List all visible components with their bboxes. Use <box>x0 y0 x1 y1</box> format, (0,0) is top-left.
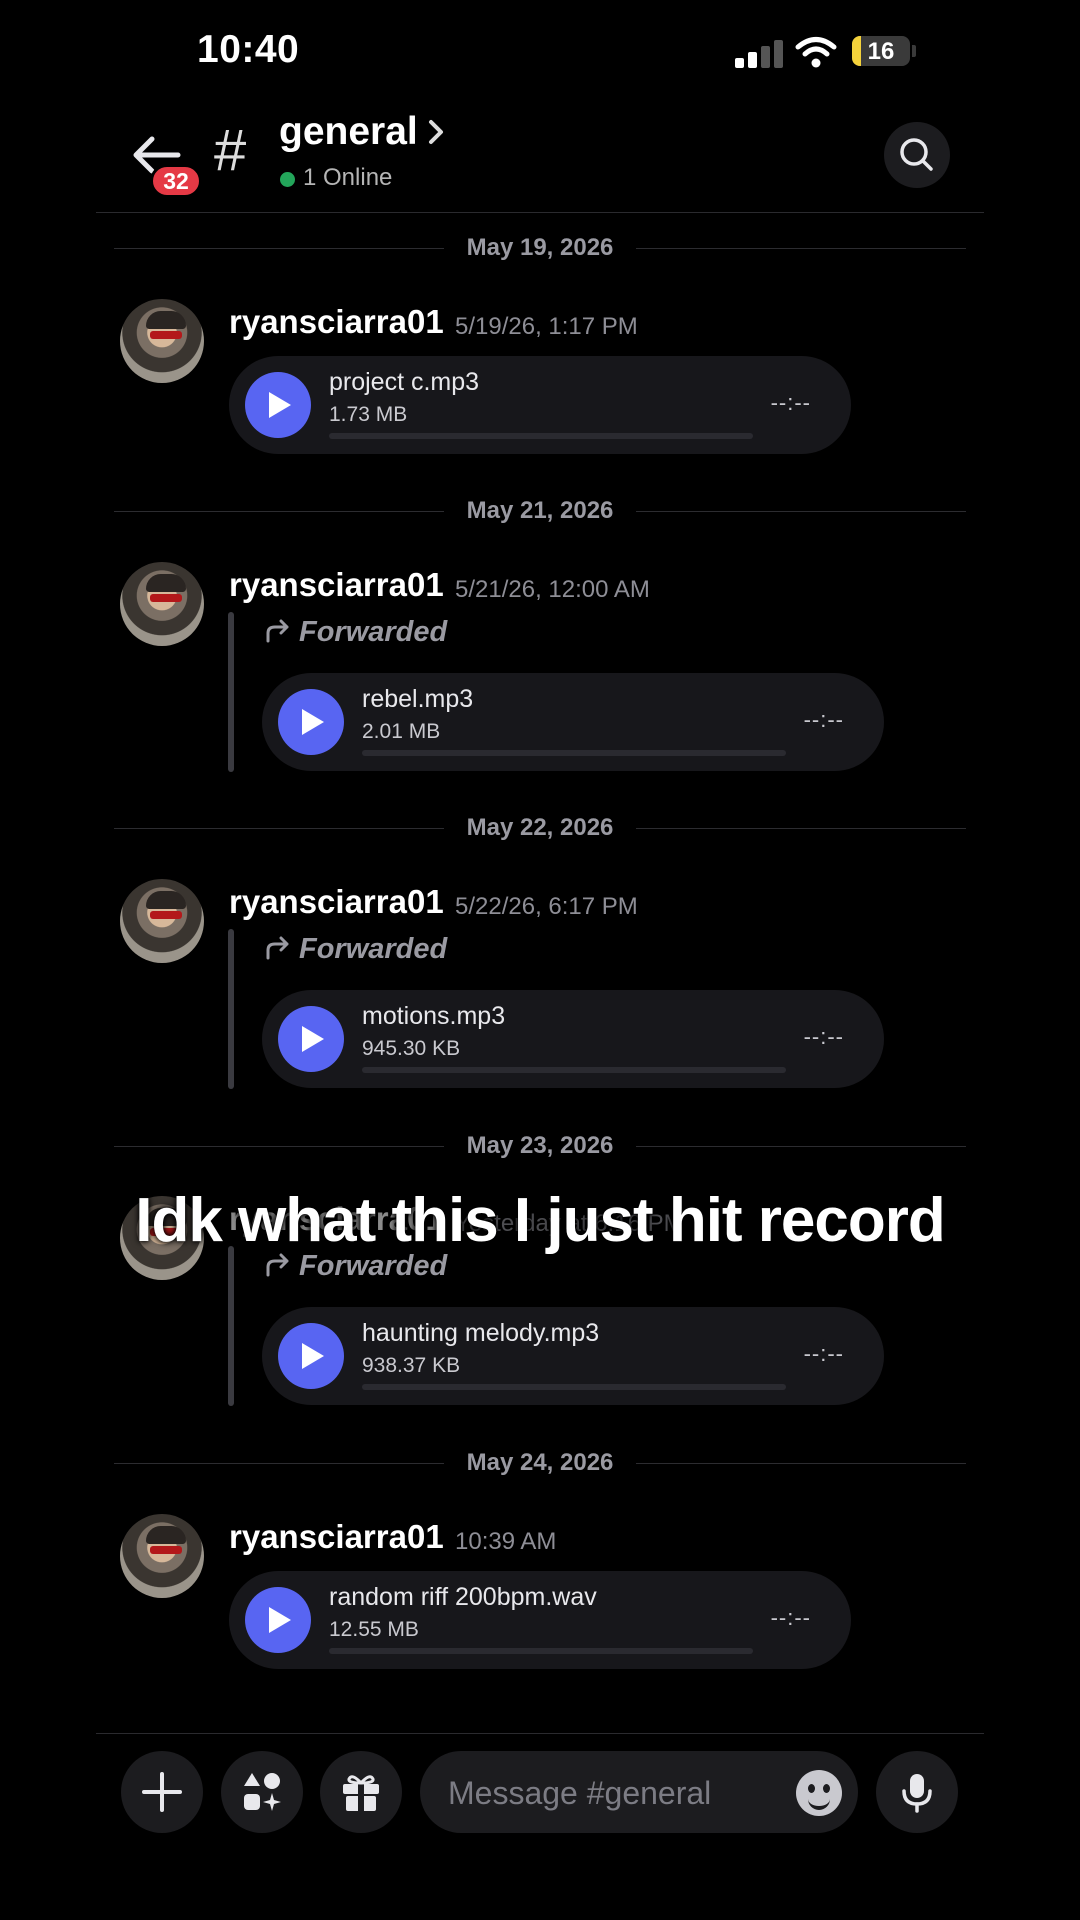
gift-button[interactable] <box>320 1751 402 1833</box>
header-divider <box>96 212 984 213</box>
apps-button[interactable] <box>221 1751 303 1833</box>
audio-progress-track[interactable] <box>362 1067 786 1073</box>
plus-icon <box>142 1772 182 1812</box>
file-size: 938.37 KB <box>362 1354 461 1377</box>
forward-bar <box>228 612 234 772</box>
file-name: project c.mp3 <box>329 368 480 396</box>
username[interactable]: ryansciarra01 <box>229 303 444 341</box>
audio-attachment[interactable]: rebel.mp3 2.01 MB --:-- <box>262 673 884 771</box>
play-button[interactable] <box>245 1587 311 1653</box>
username[interactable]: ryansciarra01 <box>229 566 444 604</box>
audio-progress-track[interactable] <box>362 750 786 756</box>
wifi-icon <box>795 37 837 68</box>
audio-progress-track[interactable] <box>329 433 753 439</box>
play-button[interactable] <box>278 1006 344 1072</box>
chevron-right-icon[interactable] <box>426 116 446 148</box>
date-divider: May 21, 2026 <box>114 491 966 531</box>
search-icon <box>900 138 933 171</box>
emoji-icon[interactable] <box>796 1770 842 1816</box>
audio-progress-track[interactable] <box>329 1648 753 1654</box>
file-name: haunting melody.mp3 <box>362 1319 600 1347</box>
timestamp: 10:39 AM <box>455 1528 557 1555</box>
file-name: motions.mp3 <box>362 1002 506 1030</box>
hash-icon: # <box>214 118 247 183</box>
channel-name[interactable]: general <box>279 110 418 154</box>
file-size: 2.01 MB <box>362 720 441 743</box>
file-size: 1.73 MB <box>329 403 408 426</box>
file-size: 945.30 KB <box>362 1037 461 1060</box>
avatar[interactable] <box>120 1514 204 1598</box>
date-divider: May 23, 2026 <box>114 1126 966 1166</box>
status-bar: 10:40 16 <box>0 0 1080 100</box>
battery-icon: 16 <box>852 36 910 66</box>
forward-icon <box>266 936 289 960</box>
file-size: 12.55 MB <box>329 1618 419 1641</box>
forwarded-label: Forwarded <box>265 933 447 966</box>
username[interactable]: ryansciarra01 <box>229 883 444 921</box>
play-icon <box>269 1607 291 1633</box>
message-input[interactable] <box>446 1751 780 1835</box>
timestamp: 5/19/26, 1:17 PM <box>455 313 638 340</box>
file-name: random riff 200bpm.wav <box>329 1583 597 1611</box>
audio-progress-track[interactable] <box>362 1384 786 1390</box>
forward-bar <box>228 929 234 1089</box>
username[interactable]: ryansciarra01 <box>229 1518 444 1556</box>
play-button[interactable] <box>278 1323 344 1389</box>
online-indicator <box>280 172 295 187</box>
play-icon <box>302 709 324 735</box>
audio-duration: --:-- <box>803 1024 844 1049</box>
date-divider: May 22, 2026 <box>114 808 966 848</box>
audio-duration: --:-- <box>770 1605 811 1630</box>
clock: 10:40 <box>197 28 300 71</box>
play-icon <box>302 1026 324 1052</box>
audio-attachment[interactable]: random riff 200bpm.wav 12.55 MB --:-- <box>229 1571 851 1669</box>
add-attachment-button[interactable] <box>121 1751 203 1833</box>
audio-duration: --:-- <box>770 390 811 415</box>
play-button[interactable] <box>278 689 344 755</box>
message-composer[interactable] <box>420 1751 858 1835</box>
forward-icon <box>266 1253 289 1277</box>
avatar[interactable] <box>120 299 204 383</box>
signal-icon <box>735 40 783 68</box>
audio-attachment[interactable]: project c.mp3 1.73 MB --:-- <box>229 356 851 454</box>
audio-duration: --:-- <box>803 707 844 732</box>
channel-header: 32 # general 1 Online <box>0 100 1080 212</box>
voice-message-button[interactable] <box>876 1751 958 1833</box>
date-divider: May 19, 2026 <box>114 228 966 268</box>
forward-bar <box>228 1246 234 1406</box>
file-name: rebel.mp3 <box>362 685 474 713</box>
composer-divider <box>96 1733 984 1734</box>
forward-icon <box>266 619 289 643</box>
microphone-icon <box>902 1774 932 1813</box>
audio-duration: --:-- <box>803 1341 844 1366</box>
avatar[interactable] <box>120 879 204 963</box>
play-icon <box>269 392 291 418</box>
gift-icon <box>343 1775 379 1811</box>
date-divider: May 24, 2026 <box>114 1443 966 1483</box>
avatar[interactable] <box>120 562 204 646</box>
battery-level: 16 <box>867 38 895 65</box>
unread-badge: 32 <box>150 164 202 198</box>
video-caption: Idk what this I just hit record <box>135 1186 946 1255</box>
search-button[interactable] <box>884 122 950 188</box>
apps-icon <box>244 1773 281 1811</box>
timestamp: 5/21/26, 12:00 AM <box>455 576 650 603</box>
forwarded-label: Forwarded <box>265 616 447 649</box>
play-button[interactable] <box>245 372 311 438</box>
play-icon <box>302 1343 324 1369</box>
audio-attachment[interactable]: haunting melody.mp3 938.37 KB --:-- <box>262 1307 884 1405</box>
online-count: 1 Online <box>303 164 393 191</box>
timestamp: 5/22/26, 6:17 PM <box>455 893 638 920</box>
audio-attachment[interactable]: motions.mp3 945.30 KB --:-- <box>262 990 884 1088</box>
